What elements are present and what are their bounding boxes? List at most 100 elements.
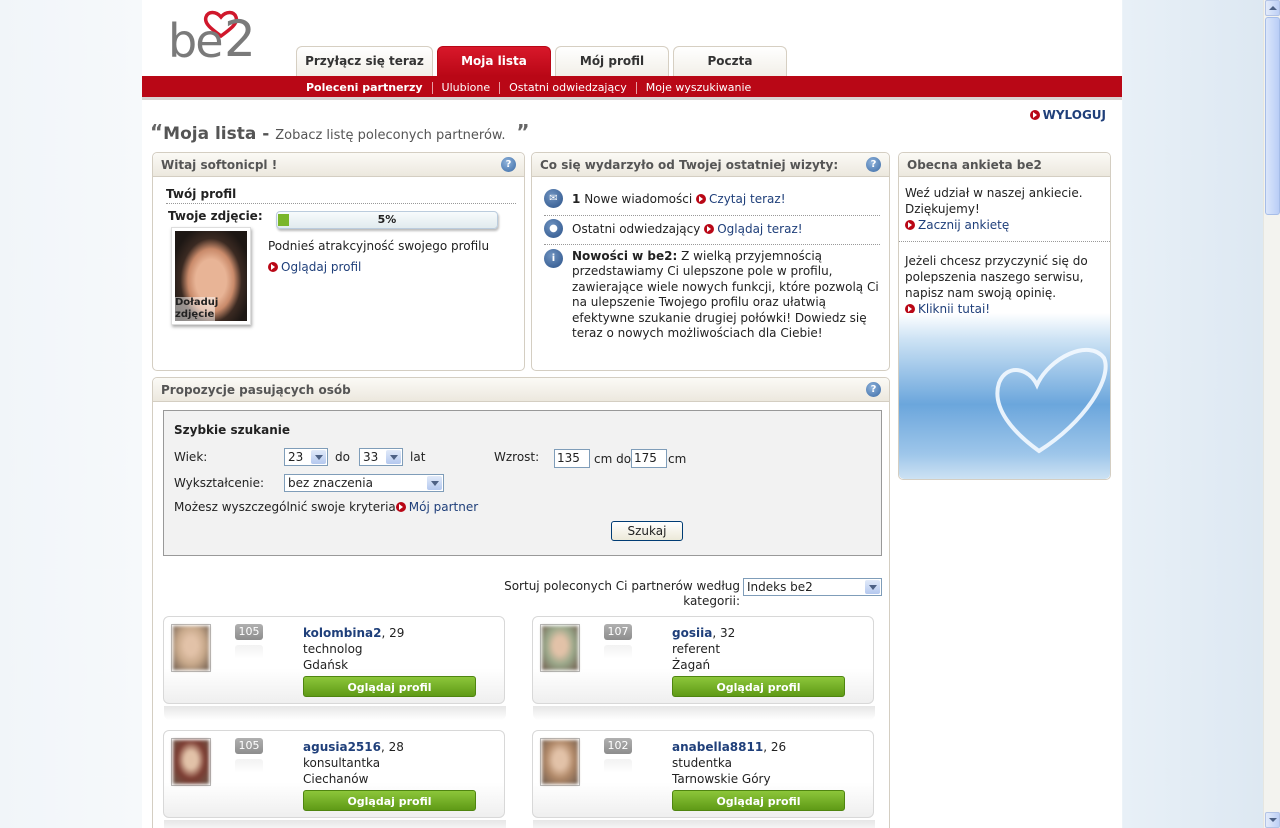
subnav-favorites[interactable]: Ulubione <box>431 82 500 94</box>
height-to-input[interactable]: 175 <box>631 449 667 468</box>
age-from-select[interactable]: 23 <box>284 448 328 466</box>
matches-heading: Propozycje pasujących osób <box>161 383 351 397</box>
scrollbar-thumb[interactable] <box>1265 17 1280 215</box>
progress-fill <box>278 214 289 226</box>
tab-my-list[interactable]: Moja lista <box>437 46 551 76</box>
criteria-text: Możesz wyszczególnić swoje kryteria <box>174 500 396 514</box>
match-photo[interactable] <box>540 624 580 672</box>
my-partner-label: Mój partner <box>408 500 479 514</box>
match-job: referent <box>672 642 721 656</box>
arrow-right-icon <box>268 262 278 272</box>
welcome-panel-header: Witaj softonicpl ! ? <box>153 153 524 177</box>
messages-text: Nowe wiadomości <box>584 192 693 206</box>
read-now-label: Czytaj teraz! <box>709 192 786 206</box>
help-icon[interactable]: ? <box>866 157 881 172</box>
feedback-text: Jeżeli chcesz przyczynić się do polepsze… <box>905 254 1088 300</box>
match-city: Ciechanów <box>303 772 369 786</box>
years-label: lat <box>410 450 426 464</box>
news-visitors: ● Ostatni odwiedzający Oglądaj teraz! <box>544 219 880 245</box>
sort-value: Indeks be2 <box>747 580 813 594</box>
sub-navigation: Poleceni partnerzy Ulubione Ostatni odwi… <box>142 76 1122 100</box>
tab-join[interactable]: Przyłącz się teraz <box>296 46 433 76</box>
page-subtitle: Zobacz listę poleconych partnerów. <box>275 128 506 143</box>
chevron-down-icon <box>311 450 326 464</box>
match-name-link[interactable]: anabella8811 <box>672 740 763 754</box>
upload-photo-link[interactable]: Doładuj zdjęcie <box>175 297 218 321</box>
view-match-profile-button[interactable]: Oglądaj profil <box>303 676 476 697</box>
arrow-right-icon <box>905 220 915 230</box>
match-card: 107 gosiia, 32 referent Żagań Oglądaj pr… <box>532 616 875 720</box>
logout-link[interactable]: WYLOGUJ <box>1029 108 1106 122</box>
scroll-down-icon[interactable] <box>1265 812 1280 828</box>
matches-panel: Propozycje pasujących osób ? Szybkie szu… <box>152 377 890 828</box>
profile-photo[interactable]: Doładuj zdjęcie <box>171 227 251 325</box>
envelope-icon: ✉ <box>544 189 563 208</box>
poll-invite-text: Weź udział w naszej ankiecie. Dziękujemy… <box>905 186 1083 216</box>
match-name-link[interactable]: kolombina2 <box>303 626 381 640</box>
match-info: agusia2516, 28 konsultantka Ciechanów <box>303 739 404 787</box>
match-name-link[interactable]: agusia2516 <box>303 740 381 754</box>
profile-progress-bar: 5% <box>276 211 498 229</box>
subnav-my-searches[interactable]: Moje wyszukiwanie <box>635 82 760 94</box>
progress-text: 5% <box>377 213 397 226</box>
be2-logo[interactable]: be 2 <box>168 10 268 68</box>
read-now-link[interactable]: Czytaj teraz! <box>696 192 786 206</box>
page-container: be 2 Przyłącz się teraz Moja lista Mój p… <box>142 0 1122 828</box>
start-poll-label: Zacznij ankietę <box>918 218 1010 232</box>
help-icon[interactable]: ? <box>501 157 516 172</box>
info-icon: i <box>544 249 563 268</box>
messages-count: 1 <box>572 192 581 206</box>
my-partner-link[interactable]: Mój partner <box>395 500 479 514</box>
news-title: Nowości w be2: <box>572 249 678 263</box>
arrow-right-icon <box>696 194 707 204</box>
cm-to-label: cm do <box>594 452 632 466</box>
match-job: technolog <box>303 642 363 656</box>
search-button[interactable]: Szukaj <box>611 521 683 541</box>
education-select[interactable]: bez znaczenia <box>284 474 444 492</box>
subnav-recent-visitors[interactable]: Ostatni odwiedzający <box>499 82 636 94</box>
height-label: Wzrost: <box>494 450 540 464</box>
view-profile-link[interactable]: Oglądaj profil <box>268 260 361 274</box>
match-avatar <box>542 740 578 784</box>
scroll-up-icon[interactable] <box>1265 0 1280 16</box>
user-icon: ● <box>544 219 563 238</box>
education-label: Wykształcenie: <box>174 476 265 490</box>
tab-mail[interactable]: Poczta <box>673 46 787 76</box>
age-to-select[interactable]: 33 <box>359 448 403 466</box>
match-photo[interactable] <box>171 738 211 786</box>
arrow-right-icon <box>704 224 715 234</box>
poll-invite: Weź udział w naszej ankiecie. Dziękujemy… <box>905 185 1105 233</box>
match-score-badge: 105 <box>235 738 263 754</box>
view-match-profile-button[interactable]: Oglądaj profil <box>672 676 845 697</box>
sort-label: Sortuj poleconych Ci partnerów według ka… <box>504 579 740 608</box>
sort-select[interactable]: Indeks be2 <box>743 578 882 596</box>
view-match-profile-button[interactable]: Oglądaj profil <box>303 790 476 811</box>
news-announcement: i Nowości w be2: Z wielką przyjemnością … <box>544 249 880 341</box>
quick-search-title: Szybkie szukanie <box>174 423 290 437</box>
criteria-row: Możesz wyszczególnić swoje kryteria Mój p… <box>174 500 478 514</box>
view-now-link[interactable]: Oglądaj teraz! <box>704 222 803 236</box>
chevron-down-icon <box>386 450 401 464</box>
welcome-panel: Witaj softonicpl ! ? Twój profil Twoje z… <box>152 152 525 371</box>
logo-text-2: 2 <box>224 10 256 68</box>
vertical-scrollbar[interactable] <box>1263 0 1280 828</box>
match-age: , 28 <box>380 740 404 754</box>
match-name-link[interactable]: gosiia <box>672 626 712 640</box>
poll-heading: Obecna ankieta be2 <box>907 158 1042 172</box>
start-poll-link[interactable]: Zacznij ankietę <box>905 218 1009 232</box>
sky-heart-image <box>899 313 1110 479</box>
visitors-text: Ostatni odwiedzający <box>572 222 701 236</box>
page-title: “Moja lista - Zobacz listę poleconych pa… <box>150 120 529 144</box>
height-from-input[interactable]: 135 <box>554 449 590 468</box>
match-score-shadow <box>235 645 263 659</box>
help-icon[interactable]: ? <box>866 382 881 397</box>
subnav-recommended[interactable]: Poleceni partnerzy <box>306 82 432 94</box>
tab-my-profile[interactable]: Mój profil <box>555 46 669 76</box>
view-match-profile-button[interactable]: Oglądaj profil <box>672 790 845 811</box>
arrow-right-icon <box>1029 110 1040 120</box>
page-title-dash: - <box>256 124 276 144</box>
match-photo[interactable] <box>540 738 580 786</box>
match-photo[interactable] <box>171 624 211 672</box>
photo-label: Twoje zdjęcie: <box>168 209 263 223</box>
view-now-label: Oglądaj teraz! <box>717 222 803 236</box>
